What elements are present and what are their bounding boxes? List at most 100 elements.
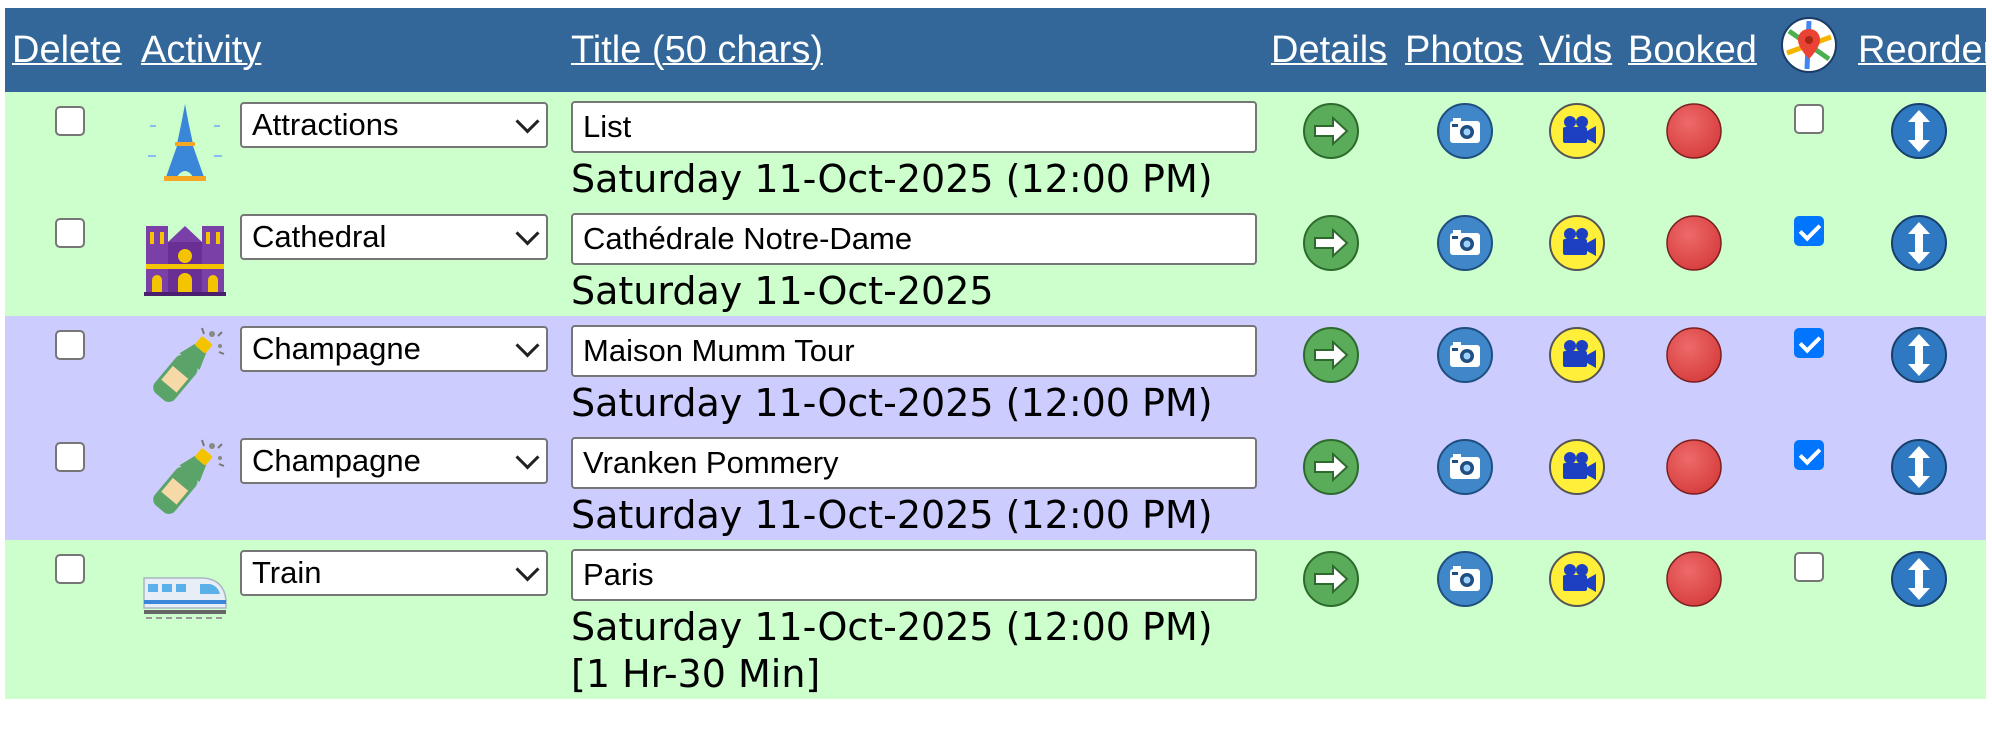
title-input[interactable]: Maison Mumm Tour <box>571 325 1257 377</box>
booked-status-button[interactable] <box>1665 550 1723 608</box>
booked-cell <box>1621 204 1767 316</box>
chevron-down-icon <box>515 332 540 358</box>
cathedral-icon <box>142 212 228 298</box>
activity-select[interactable]: Cathedral <box>240 214 548 260</box>
vids-cell <box>1532 316 1621 428</box>
header-delete: Delete <box>5 8 134 92</box>
vids-cell <box>1532 92 1621 204</box>
train-icon <box>142 548 228 634</box>
video-camera-button[interactable] <box>1548 214 1606 272</box>
map-cell <box>1767 540 1851 699</box>
activity-cell: Champagne <box>134 428 564 540</box>
title-input[interactable]: Paris <box>571 549 1257 601</box>
reorder-button[interactable] <box>1890 438 1948 496</box>
champagne-bottle-icon <box>142 436 228 522</box>
activity-select[interactable]: Train <box>240 550 548 596</box>
video-camera-button[interactable] <box>1548 438 1606 496</box>
booked-cell <box>1621 540 1767 699</box>
activity-column-link[interactable]: Activity <box>141 29 261 71</box>
video-camera-button[interactable] <box>1548 326 1606 384</box>
map-checkbox[interactable] <box>1794 440 1824 470</box>
chevron-down-icon <box>515 556 540 582</box>
photos-cell <box>1398 540 1532 699</box>
title-input[interactable]: List <box>571 101 1257 153</box>
camera-button[interactable] <box>1436 438 1494 496</box>
activity-select-value: Train <box>252 555 322 590</box>
details-cell <box>1264 204 1398 316</box>
activity-select[interactable]: Attractions <box>240 102 548 148</box>
itinerary-table: Delete Activity Title (50 chars) Details… <box>5 8 1992 699</box>
reorder-button[interactable] <box>1890 550 1948 608</box>
activity-select[interactable]: Champagne <box>240 326 548 372</box>
reorder-button[interactable] <box>1890 326 1948 384</box>
reorder-column-link[interactable]: Reorder <box>1858 29 1992 71</box>
details-cell <box>1264 428 1398 540</box>
reorder-button[interactable] <box>1890 102 1948 160</box>
map-checkbox[interactable] <box>1794 552 1824 582</box>
header-activity: Activity <box>134 8 564 92</box>
delete-cell <box>5 540 134 699</box>
delete-checkbox[interactable] <box>54 106 85 136</box>
table-row: Champagne Vranken Pommery Saturday 11-Oc… <box>5 428 1986 540</box>
photos-cell <box>1398 428 1532 540</box>
camera-button[interactable] <box>1436 550 1494 608</box>
title-input[interactable]: Vranken Pommery <box>571 437 1257 489</box>
chevron-down-icon <box>515 220 540 246</box>
reorder-button[interactable] <box>1890 214 1948 272</box>
reorder-cell <box>1851 428 1986 540</box>
details-arrow-button[interactable] <box>1302 214 1360 272</box>
delete-column-link[interactable]: Delete <box>12 29 122 71</box>
vids-column-link[interactable]: Vids <box>1539 29 1612 71</box>
reorder-cell <box>1851 92 1986 204</box>
booked-status-button[interactable] <box>1665 438 1723 496</box>
itinerary-table-wrapper: Delete Activity Title (50 chars) Details… <box>5 8 1992 699</box>
details-arrow-button[interactable] <box>1302 326 1360 384</box>
delete-cell <box>5 428 134 540</box>
reorder-cell <box>1851 540 1986 699</box>
title-cell: List Saturday 11-Oct-2025 (12:00 PM) <box>564 92 1264 204</box>
map-cell <box>1767 316 1851 428</box>
video-camera-button[interactable] <box>1548 550 1606 608</box>
details-arrow-button[interactable] <box>1302 550 1360 608</box>
map-cell <box>1767 92 1851 204</box>
camera-button[interactable] <box>1436 102 1494 160</box>
title-cell: Vranken Pommery Saturday 11-Oct-2025 (12… <box>564 428 1264 540</box>
video-camera-button[interactable] <box>1548 102 1606 160</box>
activity-cell: Attractions <box>134 92 564 204</box>
booked-status-button[interactable] <box>1665 214 1723 272</box>
date-text: Saturday 11-Oct-2025 (12:00 PM) <box>571 381 1213 425</box>
photos-cell <box>1398 204 1532 316</box>
title-input[interactable]: Cathédrale Notre-Dame <box>571 213 1257 265</box>
details-arrow-button[interactable] <box>1302 102 1360 160</box>
booked-status-button[interactable] <box>1665 326 1723 384</box>
details-arrow-button[interactable] <box>1302 438 1360 496</box>
activity-select-value: Champagne <box>252 443 421 478</box>
delete-checkbox[interactable] <box>54 218 85 248</box>
details-column-link[interactable]: Details <box>1271 29 1387 71</box>
activity-cell: Cathedral <box>134 204 564 316</box>
photos-cell <box>1398 92 1532 204</box>
booked-status-button[interactable] <box>1665 102 1723 160</box>
title-cell: Paris Saturday 11-Oct-2025 (12:00 PM) [1… <box>564 540 1264 699</box>
delete-checkbox[interactable] <box>54 442 85 472</box>
map-checkbox[interactable] <box>1794 104 1824 134</box>
delete-cell <box>5 204 134 316</box>
delete-checkbox[interactable] <box>54 554 85 584</box>
title-column-link[interactable]: Title (50 chars) <box>571 29 823 71</box>
booked-column-link[interactable]: Booked <box>1628 29 1757 71</box>
photos-column-link[interactable]: Photos <box>1405 29 1523 71</box>
vids-cell <box>1532 540 1621 699</box>
map-checkbox[interactable] <box>1794 216 1824 246</box>
delete-checkbox[interactable] <box>54 330 85 360</box>
title-cell: Cathédrale Notre-Dame Saturday 11-Oct-20… <box>564 204 1264 316</box>
map-checkbox[interactable] <box>1794 328 1824 358</box>
activity-select[interactable]: Champagne <box>240 438 548 484</box>
table-row: Attractions List Saturday 11-Oct-2025 (1… <box>5 92 1986 204</box>
activity-select-value: Champagne <box>252 331 421 366</box>
camera-button[interactable] <box>1436 326 1494 384</box>
camera-button[interactable] <box>1436 214 1494 272</box>
header-map <box>1767 8 1851 92</box>
map-pin-icon[interactable] <box>1779 15 1839 75</box>
activity-cell: Train <box>134 540 564 699</box>
vids-cell <box>1532 428 1621 540</box>
